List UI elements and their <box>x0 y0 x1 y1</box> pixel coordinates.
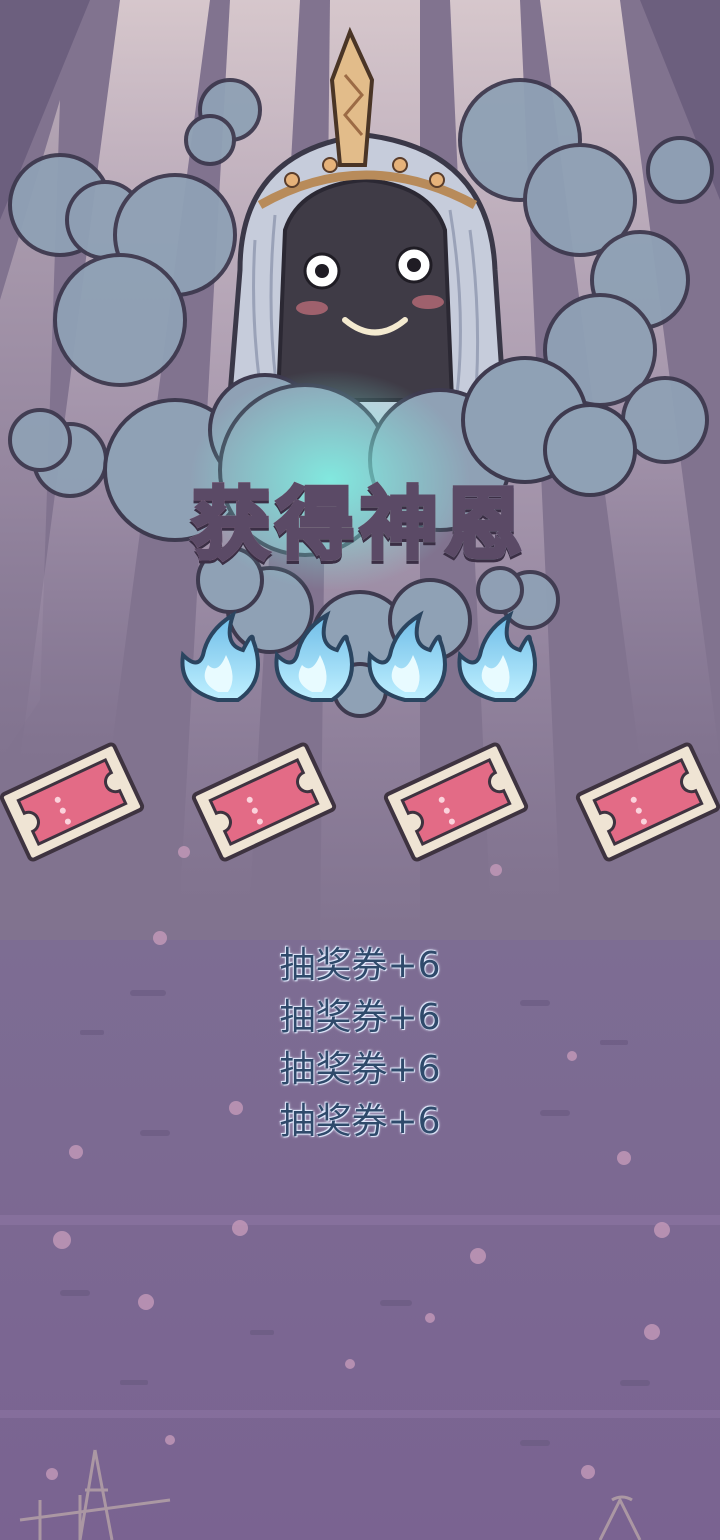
reward-line: 抽奖券+6 <box>279 945 441 986</box>
reward-line: 抽奖券+6 <box>279 997 441 1038</box>
ticket-row <box>0 742 720 862</box>
lottery-ticket-icon <box>575 742 720 862</box>
reward-list: 抽奖券+6 抽奖券+6 抽奖券+6 抽奖券+6 <box>0 940 720 1148</box>
reward-screen[interactable]: 获得神恩 抽奖券+6 抽奖券+6 抽奖券+6 抽奖券+6 <box>0 0 720 1540</box>
lottery-ticket-icon <box>0 742 145 862</box>
lottery-ticket-icon <box>383 742 529 862</box>
lottery-ticket-icon <box>191 742 337 862</box>
reward-line: 抽奖券+6 <box>279 1049 441 1090</box>
reward-line: 抽奖券+6 <box>279 1101 441 1142</box>
